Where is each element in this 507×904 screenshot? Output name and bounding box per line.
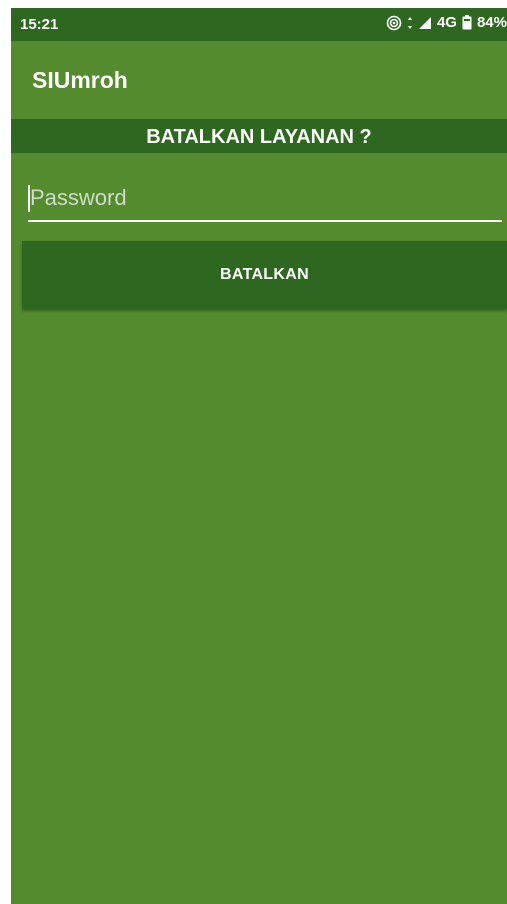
password-field (28, 176, 502, 222)
app-screen: 15:21 4G 84% SIUmroh BATALKAN LAYANAN ? … (11, 8, 507, 904)
data-arrows-icon (407, 16, 413, 30)
app-bar: SIUmroh (11, 41, 507, 119)
app-title: SIUmroh (32, 67, 128, 93)
cancel-banner: BATALKAN LAYANAN ? (11, 119, 507, 153)
status-bar: 15:21 4G 84% (11, 8, 507, 41)
battery-percent: 84% (476, 14, 507, 31)
status-icons: 4G 84% (386, 14, 507, 31)
status-time: 15:21 (20, 16, 59, 33)
text-cursor (28, 185, 30, 212)
cancel-service-button[interactable]: BATALKAN (22, 241, 507, 309)
password-input[interactable] (28, 176, 502, 220)
hotspot-icon (386, 15, 402, 31)
battery-icon (462, 15, 472, 30)
signal-icon (418, 16, 432, 30)
network-type: 4G (436, 14, 457, 31)
